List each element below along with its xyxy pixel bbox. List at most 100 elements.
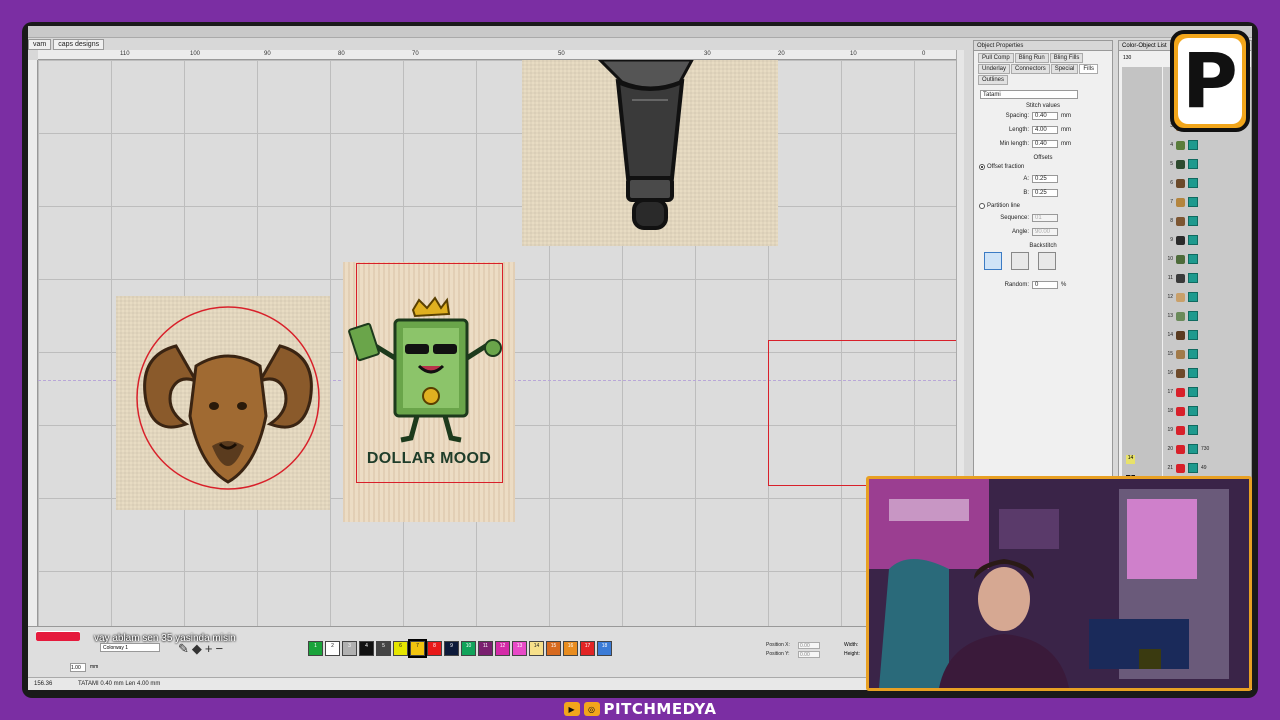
- unit-label: mm: [1061, 141, 1071, 147]
- thread-swatch[interactable]: 3: [342, 641, 357, 656]
- channel-logo: P: [1170, 30, 1250, 132]
- thread-swatch[interactable]: 16: [563, 641, 578, 656]
- b-label: B:: [1023, 190, 1029, 196]
- object-row[interactable]: 14: [1165, 328, 1249, 342]
- doc-tab-caps-designs[interactable]: caps designs: [53, 39, 105, 50]
- tab-outlines[interactable]: Outlines: [978, 75, 1009, 85]
- thread-swatch[interactable]: 8: [427, 641, 442, 656]
- thread-swatch[interactable]: 14: [529, 641, 544, 656]
- object-thumbnail: [1176, 425, 1185, 435]
- horizontal-ruler: 110 100 90 80 70 50 30 20 10 0: [38, 50, 956, 60]
- object-row[interactable]: 5: [1165, 157, 1249, 171]
- tab-underlay[interactable]: Underlay: [978, 64, 1011, 74]
- color-chip[interactable]: 14: [1126, 455, 1135, 464]
- ruler-label: 50: [558, 51, 565, 57]
- size-unit: mm: [90, 664, 99, 670]
- thread-swatch[interactable]: 17: [580, 641, 595, 656]
- tab-bling-run[interactable]: Bling Run: [1014, 53, 1049, 63]
- object-row[interactable]: 9: [1165, 233, 1249, 247]
- object-row[interactable]: 8: [1165, 214, 1249, 228]
- thread-swatch[interactable]: 10: [461, 641, 476, 656]
- plus-icon[interactable]: +: [205, 641, 213, 656]
- logo-letter: P: [1178, 38, 1242, 124]
- design-canvas[interactable]: DOLLAR MOOD: [38, 60, 956, 626]
- object-row[interactable]: 20 730: [1165, 442, 1249, 456]
- microphone-patch[interactable]: [522, 60, 778, 246]
- offset-fraction-radio[interactable]: Offset fraction: [974, 161, 1112, 172]
- object-row[interactable]: 18: [1165, 404, 1249, 418]
- object-row[interactable]: 21 49: [1165, 461, 1249, 475]
- thread-swatch[interactable]: 6: [393, 641, 408, 656]
- tab-bling-fills[interactable]: Bling Fills: [1049, 53, 1084, 63]
- ram-patch[interactable]: [116, 296, 330, 510]
- status-info: TATAMI 0.40 mm Len 4.00 mm: [78, 681, 161, 687]
- object-number: 17: [1167, 389, 1173, 395]
- object-number: 15: [1167, 351, 1173, 357]
- fill-type-icon: [1188, 311, 1198, 321]
- object-number: 8: [1170, 218, 1173, 224]
- object-row[interactable]: 17: [1165, 385, 1249, 399]
- thread-swatch[interactable]: 11: [478, 641, 493, 656]
- thread-swatch[interactable]: 7: [408, 639, 427, 658]
- patch-caption: DOLLAR MOOD: [366, 450, 492, 467]
- offset-b-input[interactable]: 0.25: [1032, 189, 1058, 197]
- empty-outline-rectangle[interactable]: [768, 340, 956, 486]
- fill-type-select[interactable]: Tatami: [980, 90, 1078, 99]
- dollar-mood-patch[interactable]: DOLLAR MOOD: [343, 262, 515, 522]
- object-number: 18: [1167, 408, 1173, 414]
- minus-icon[interactable]: −: [216, 641, 224, 656]
- position-x-input[interactable]: 0.00: [798, 642, 820, 649]
- backstitch-option-icon[interactable]: [1011, 252, 1029, 270]
- partition-line-radio[interactable]: Partition line: [974, 200, 1112, 211]
- size-fields: Width: Height:: [844, 641, 860, 659]
- object-row[interactable]: 15: [1165, 347, 1249, 361]
- backstitch-option-icon[interactable]: [984, 252, 1002, 270]
- object-thumbnail: [1176, 406, 1185, 416]
- pen-icon[interactable]: ✎: [178, 641, 189, 656]
- tab-fills[interactable]: Fills: [1079, 64, 1099, 74]
- property-tabs: Pull Comp Bling Run Bling Fills Underlay…: [974, 51, 1112, 87]
- object-row[interactable]: 6: [1165, 176, 1249, 190]
- fill-type-icon: [1188, 292, 1198, 302]
- object-row[interactable]: 12: [1165, 290, 1249, 304]
- status-coords: 156.36: [34, 681, 53, 687]
- thread-swatch[interactable]: 4: [359, 641, 374, 656]
- thread-swatch[interactable]: 9: [444, 641, 459, 656]
- thread-swatch[interactable]: 5: [376, 641, 391, 656]
- object-row[interactable]: 7: [1165, 195, 1249, 209]
- offset-a-input[interactable]: 0.25: [1032, 175, 1058, 183]
- object-row[interactable]: 10: [1165, 252, 1249, 266]
- vertical-ruler: [28, 60, 38, 626]
- thread-swatch[interactable]: 13: [512, 641, 527, 656]
- doc-tab-vam[interactable]: vam: [28, 39, 52, 50]
- object-row[interactable]: 16: [1165, 366, 1249, 380]
- position-x-label: Position X:: [766, 642, 790, 648]
- object-thumbnail: [1176, 140, 1185, 150]
- size-input[interactable]: 1.00: [70, 663, 86, 672]
- thread-swatch[interactable]: 12: [495, 641, 510, 656]
- random-input[interactable]: 0: [1032, 281, 1058, 289]
- length-input[interactable]: 4.00: [1032, 126, 1058, 134]
- object-number: 21: [1167, 465, 1173, 471]
- fill-bucket-icon[interactable]: ◆: [192, 641, 202, 656]
- object-row[interactable]: 11: [1165, 271, 1249, 285]
- object-row[interactable]: 4: [1165, 138, 1249, 152]
- object-number: 19: [1167, 427, 1173, 433]
- object-row[interactable]: 13: [1165, 309, 1249, 323]
- backstitch-option-icon[interactable]: [1038, 252, 1056, 270]
- thread-swatch[interactable]: 18: [597, 641, 612, 656]
- object-row[interactable]: 19: [1165, 423, 1249, 437]
- tab-special[interactable]: Special: [1050, 64, 1079, 74]
- colorway-select[interactable]: Colorway 1: [100, 643, 160, 652]
- spacing-input[interactable]: 0.40: [1032, 112, 1058, 120]
- tab-connectors[interactable]: Connectors: [1011, 64, 1050, 74]
- position-y-input[interactable]: 0.00: [798, 651, 820, 658]
- thread-swatch[interactable]: 15: [546, 641, 561, 656]
- tab-pull-comp[interactable]: Pull Comp: [978, 53, 1014, 63]
- fill-type-icon: [1188, 140, 1198, 150]
- fill-type-icon: [1188, 330, 1198, 340]
- object-number: 12: [1167, 294, 1173, 300]
- min-length-input[interactable]: 0.40: [1032, 140, 1058, 148]
- thread-swatch[interactable]: 1: [308, 641, 323, 656]
- thread-swatch[interactable]: 2: [325, 641, 340, 656]
